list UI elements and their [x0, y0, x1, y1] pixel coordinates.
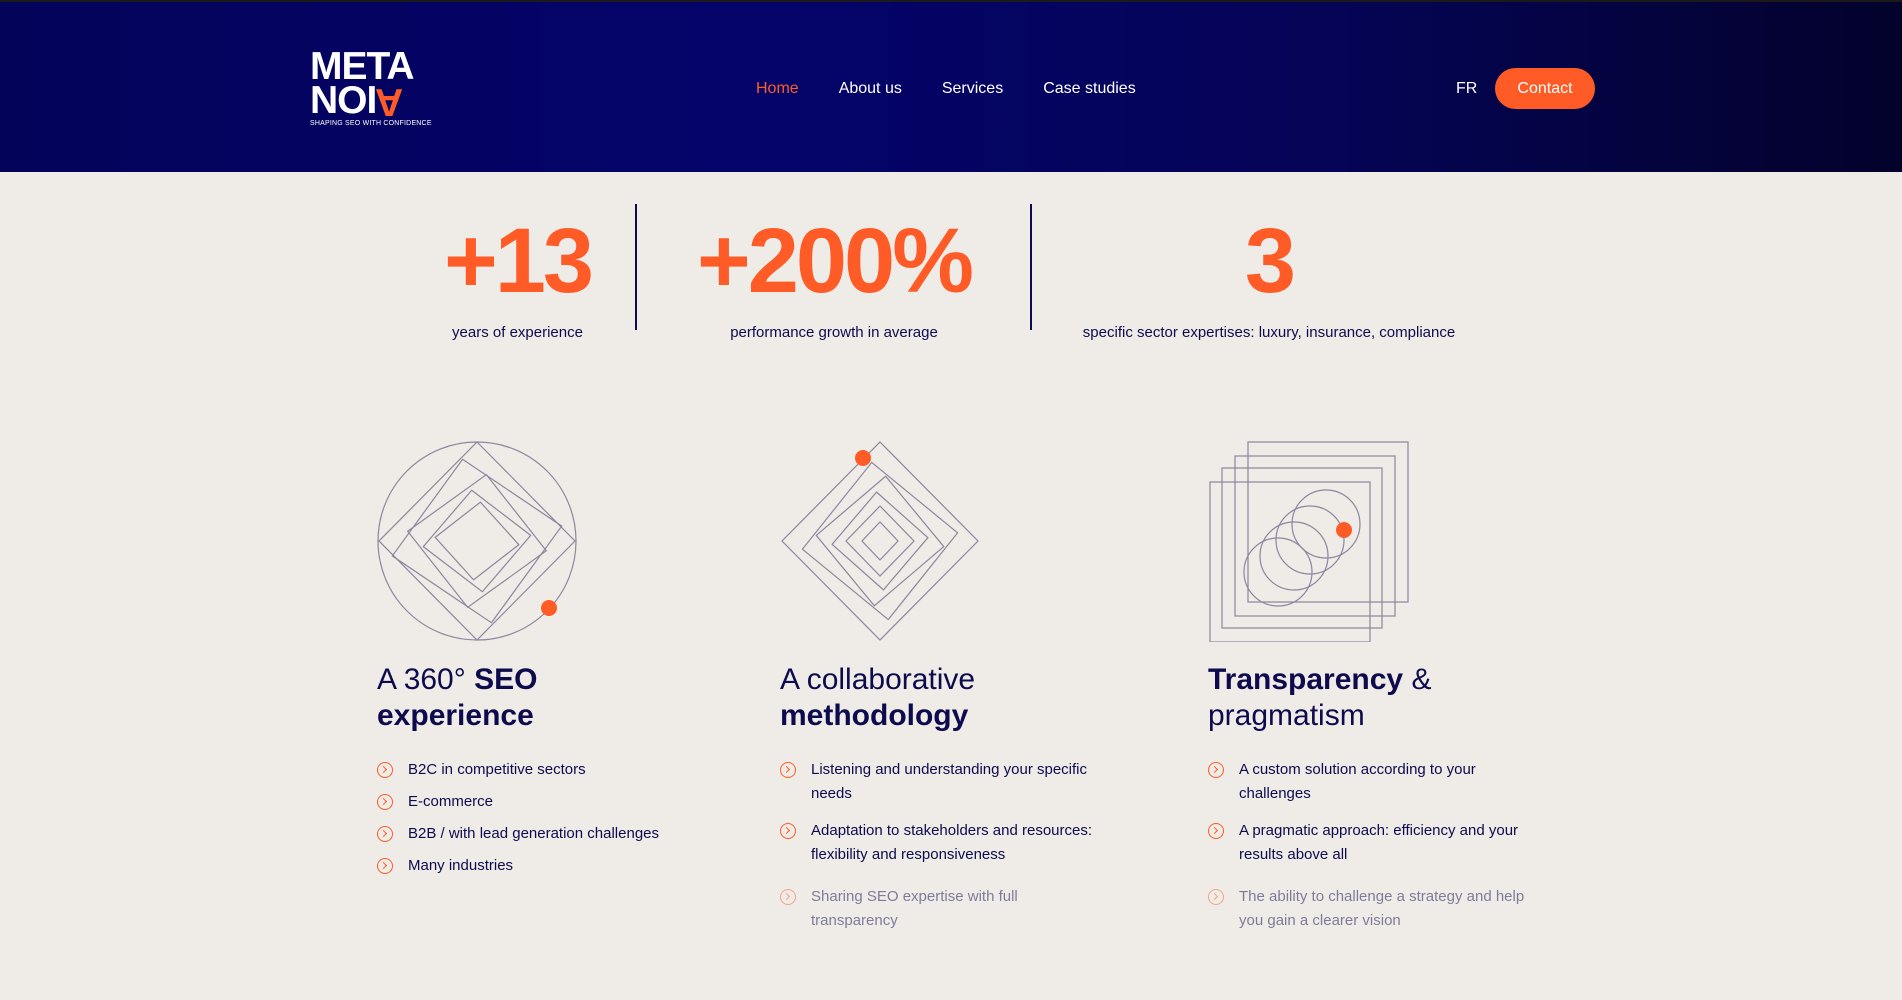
logo-tagline: SHAPING SEO WITH CONFIDENCE [310, 120, 432, 127]
list-item: A pragmatic approach: efficiency and you… [1208, 819, 1528, 867]
stat-divider [1030, 204, 1032, 330]
chevron-circle-icon [377, 826, 393, 842]
stat-label: specific sector expertises: luxury, insu… [1082, 324, 1456, 341]
concentric-diamonds-in-circle-icon [377, 441, 577, 641]
stat-value: +200% [696, 210, 974, 312]
chevron-circle-icon [377, 794, 393, 810]
site-header: META NOIA SHAPING SEO WITH CONFIDENCE Ho… [0, 0, 1902, 172]
feature-list: Listening and understanding your specifi… [780, 758, 1100, 933]
stat-label: years of experience [452, 324, 583, 341]
overlapping-squares-circles-icon [1209, 441, 1409, 642]
chevron-circle-icon [780, 889, 796, 905]
chevron-circle-icon [377, 858, 393, 874]
nav-case-studies[interactable]: Case studies [1043, 80, 1136, 98]
contact-button[interactable]: Contact [1495, 68, 1595, 109]
feature-title: A 360° SEO experience [377, 663, 538, 732]
nav-home[interactable]: Home [756, 80, 799, 98]
stat-experience: +13 years of experience [430, 215, 605, 341]
chevron-circle-icon [1208, 762, 1224, 778]
language-switch[interactable]: FR [1456, 80, 1477, 98]
list-item: Listening and understanding your specifi… [780, 758, 1100, 806]
nav-services[interactable]: Services [942, 80, 1003, 98]
chevron-circle-icon [780, 762, 796, 778]
feature-list: B2C in competitive sectors E-commerce B2… [377, 758, 707, 878]
chevron-circle-icon [1208, 823, 1224, 839]
main-nav: Home About us Services Case studies [756, 80, 1136, 98]
stat-divider [635, 204, 637, 330]
list-item: A custom solution according to your chal… [1208, 758, 1528, 806]
stat-value: 3 [1244, 210, 1296, 312]
feature-360-seo: A 360° SEO experience B2C in competitive … [377, 440, 707, 878]
stat-growth: +200% performance growth in average [676, 215, 992, 341]
stat-sectors: 3 specific sector expertises: luxury, in… [1070, 215, 1468, 341]
stat-label: performance growth in average [730, 324, 938, 341]
nav-about-us[interactable]: About us [839, 80, 902, 98]
list-item: Many industries [377, 854, 707, 878]
logo-line-2: NOIA [310, 79, 404, 123]
list-item: Adaptation to stakeholders and resources… [780, 819, 1100, 867]
list-item: B2C in competitive sectors [377, 758, 707, 782]
stat-value: +13 [443, 210, 594, 312]
list-item: E-commerce [377, 790, 707, 814]
nested-diamonds-icon [781, 441, 979, 641]
metanoia-logo[interactable]: META NOIA SHAPING SEO WITH CONFIDENCE [310, 47, 432, 128]
chevron-circle-icon [1208, 889, 1224, 905]
feature-title: A collaborative methodology [780, 663, 976, 732]
list-item: The ability to challenge a strategy and … [1208, 885, 1528, 933]
chevron-circle-icon [377, 762, 393, 778]
list-item: Sharing SEO expertise with full transpar… [780, 885, 1100, 933]
chevron-circle-icon [780, 823, 796, 839]
feature-title: Transparency & pragmatism [1208, 663, 1432, 732]
feature-transparency-pragmatism: Transparency & pragmatism A custom soluti… [1208, 440, 1528, 933]
feature-collaborative-methodology: A collaborative methodology Listening and… [780, 440, 1100, 933]
feature-list: A custom solution according to your chal… [1208, 758, 1528, 933]
list-item: B2B / with lead generation challenges [377, 822, 707, 846]
